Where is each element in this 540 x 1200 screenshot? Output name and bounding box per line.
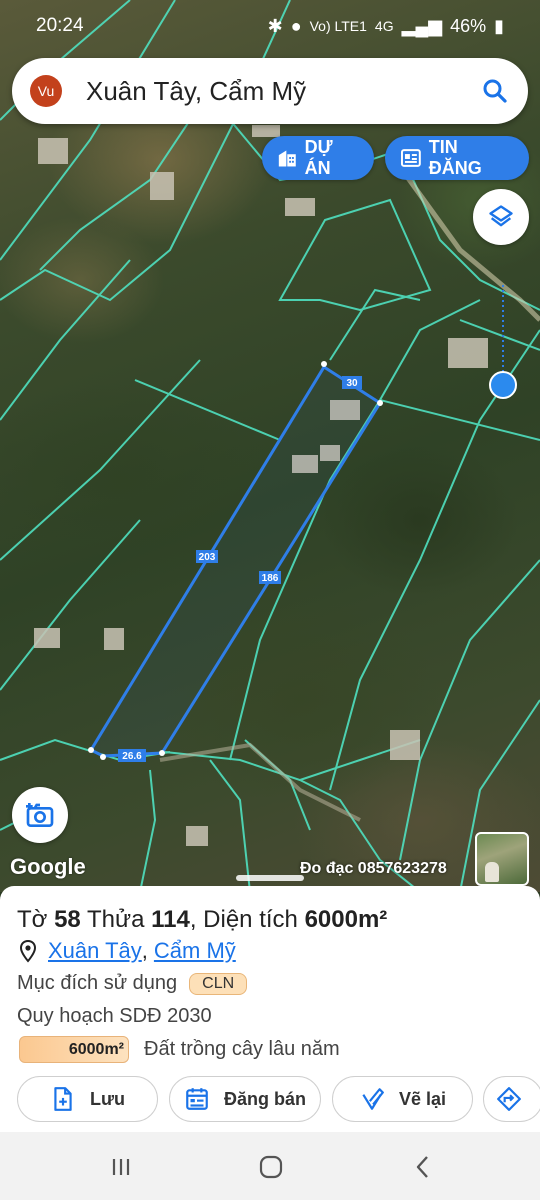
sheet-prefix: Tờ xyxy=(17,906,48,933)
back-icon[interactable] xyxy=(410,1154,436,1180)
measure-watermark: Đo đạc 0857623278 xyxy=(300,860,447,877)
land-purpose-row: Mục đích sử dụng CLN xyxy=(17,972,248,995)
search-input[interactable]: Xuân Tây, Cẩm Mỹ xyxy=(86,76,480,107)
purpose-label: Mục đích sử dụng xyxy=(17,972,178,994)
map-overlay: 30 203 186 26.6 xyxy=(0,0,540,892)
add-photo-button[interactable] xyxy=(12,787,68,843)
plot-label: Thửa xyxy=(87,906,145,933)
search-icon[interactable] xyxy=(480,76,510,106)
redraw-button-label: Vẽ lại xyxy=(398,1088,447,1109)
draw-pen-icon xyxy=(362,1088,384,1110)
battery-icon: ▮ xyxy=(494,15,504,36)
parcel-location: Xuân Tây , Cẩm Mỹ xyxy=(18,938,236,964)
my-location-marker xyxy=(489,371,517,399)
signal-icon: ▂▄▆ xyxy=(401,15,443,36)
avatar[interactable]: Vu xyxy=(30,75,62,107)
building-icon xyxy=(278,150,296,167)
system-nav-bar xyxy=(0,1132,540,1200)
purpose-code-badge[interactable]: CLN xyxy=(189,972,248,995)
parcel-polygon[interactable] xyxy=(88,364,383,758)
listings-chip-label: TIN ĐĂNG xyxy=(428,137,482,178)
area-label: Diện tích xyxy=(203,906,298,933)
area-value: 6000m² xyxy=(304,906,388,933)
sheet-number: 58 xyxy=(54,906,81,933)
edge-label-26-6: 26.6 xyxy=(122,751,142,762)
location-icon: ● xyxy=(290,15,302,36)
directions-button[interactable] xyxy=(483,1076,540,1122)
save-button-label: Lưu xyxy=(89,1088,126,1109)
plot-number: 114 xyxy=(151,906,190,933)
edge-label-203: 203 xyxy=(199,552,216,563)
layers-icon xyxy=(489,205,513,227)
projects-chip-label: DỰ ÁN xyxy=(304,137,333,178)
network-type: 4G xyxy=(374,18,394,34)
status-time: 20:24 xyxy=(36,15,84,36)
action-row: Lưu Đăng bán Vẽ lại xyxy=(17,1076,540,1122)
save-button[interactable]: Lưu xyxy=(17,1076,158,1122)
status-bar: 20:24 ✱ ● Vo) LTE1 4G ▂▄▆ 46% ▮ xyxy=(0,0,540,52)
add-photo-icon xyxy=(26,803,54,827)
recent-apps-icon[interactable] xyxy=(108,1154,134,1180)
redraw-button[interactable]: Vẽ lại xyxy=(332,1076,473,1122)
projects-chip[interactable]: DỰ ÁN xyxy=(262,136,374,180)
edge-label-186: 186 xyxy=(262,573,279,584)
status-icons: ✱ ● Vo) LTE1 4G ▂▄▆ 46% ▮ xyxy=(268,16,504,37)
street-photo-thumbnail[interactable] xyxy=(475,832,529,886)
google-logo: Google xyxy=(10,854,86,879)
directions-icon xyxy=(497,1087,521,1111)
plan-description: Đất trồng cây lâu năm xyxy=(144,1038,340,1060)
sell-button[interactable]: Đăng bán xyxy=(169,1076,321,1122)
parcel-title: Tờ 58 Thửa 114, Diện tích 6000m² xyxy=(17,906,388,933)
district-link[interactable]: Cẩm Mỹ xyxy=(154,938,236,964)
location-separator: , xyxy=(141,938,148,963)
sell-button-label: Đăng bán xyxy=(223,1088,306,1109)
search-bar[interactable]: Vu Xuân Tây, Cẩm Mỹ xyxy=(12,58,528,124)
satellite-map[interactable]: 30 203 186 26.6 xyxy=(0,0,540,892)
home-icon[interactable] xyxy=(258,1154,284,1180)
listing-icon xyxy=(186,1088,208,1110)
listings-chip[interactable]: TIN ĐĂNG xyxy=(385,136,529,180)
sheet-drag-handle[interactable] xyxy=(236,875,304,881)
layers-button[interactable] xyxy=(473,189,529,245)
location-pin-icon xyxy=(19,939,37,963)
land-plan-label: Quy hoạch SDĐ 2030 xyxy=(17,1005,212,1027)
plan-area-row: 6000m² Đất trồng cây lâu năm xyxy=(19,1036,340,1063)
commune-link[interactable]: Xuân Tây xyxy=(48,938,142,964)
edge-label-30: 30 xyxy=(346,378,358,389)
battery-percent: 46% xyxy=(450,15,487,36)
volte-label: Vo) LTE1 xyxy=(309,18,367,34)
bluetooth-icon: ✱ xyxy=(267,15,283,36)
plan-area-badge: 6000m² xyxy=(19,1036,129,1063)
news-icon xyxy=(400,149,421,167)
add-document-icon xyxy=(54,1087,72,1111)
